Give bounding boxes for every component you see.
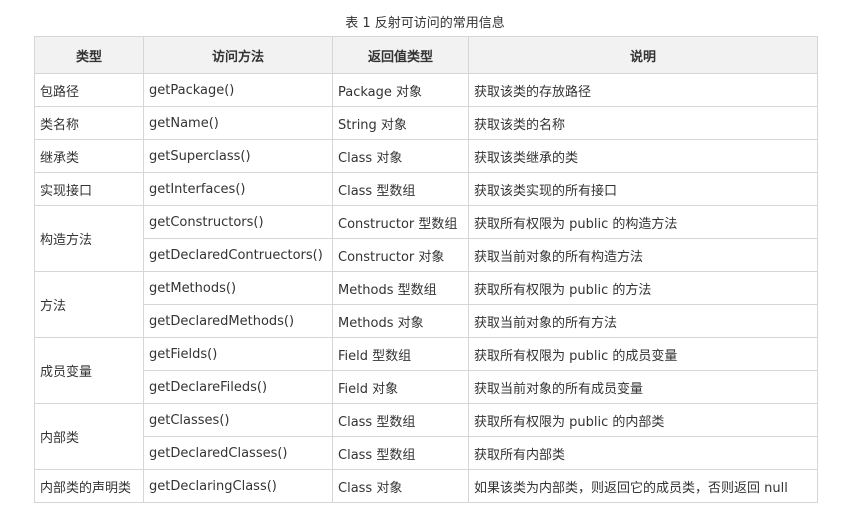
cell-type: 方法: [34, 271, 144, 338]
cell-method: getDeclaredClasses(): [143, 436, 333, 470]
cell-method: getDeclareFileds(): [143, 370, 333, 404]
table-row: 实现接口 getInterfaces() Class 型数组 获取该类实现的所有…: [34, 172, 818, 206]
table-caption: 表 1 反射可访问的常用信息: [345, 16, 505, 31]
cell-description: 获取该类继承的类: [468, 139, 818, 173]
cell-method: getDeclaredContruectors(): [143, 238, 333, 272]
cell-method: getInterfaces(): [143, 172, 333, 206]
cell-return-type: Class 型数组: [332, 436, 469, 470]
cell-method: getName(): [143, 106, 333, 140]
cell-description: 获取当前对象的所有方法: [468, 304, 818, 338]
cell-method: getFields(): [143, 337, 333, 371]
cell-method: getPackage(): [143, 73, 333, 107]
table-row: getDeclareFileds() Field 对象 获取当前对象的所有成员变…: [35, 370, 818, 404]
cell-description: 获取所有内部类: [468, 436, 818, 470]
table-row: 内部类 getClasses() Class 型数组 获取所有权限为 publi…: [34, 403, 818, 470]
table-row: 内部类的声明类 getDeclaringClass() Class 对象 如果该…: [34, 469, 818, 503]
cell-method: getMethods(): [143, 271, 333, 305]
cell-description: 获取所有权限为 public 的成员变量: [468, 337, 818, 371]
table-row: getDeclaredContruectors() Constructor 对象…: [35, 238, 818, 272]
cell-description: 获取该类实现的所有接口: [468, 172, 818, 206]
table-row: 构造方法 getConstructors() Constructor 型数组 获…: [34, 205, 818, 272]
table-row: 类名称 getName() String 对象 获取该类的名称: [34, 106, 818, 140]
cell-type: 内部类: [34, 403, 144, 470]
table-row: 包路径 getPackage() Package 对象 获取该类的存放路径: [34, 73, 818, 107]
table-row: 方法 getMethods() Methods 型数组 获取所有权限为 publ…: [34, 271, 818, 338]
cell-description: 获取所有权限为 public 的方法: [468, 271, 818, 305]
cell-type: 内部类的声明类: [34, 469, 144, 503]
cell-description: 获取所有权限为 public 的构造方法: [468, 205, 818, 239]
header-type: 类型: [34, 36, 144, 74]
table-row: getDeclaredClasses() Class 型数组 获取所有内部类: [35, 436, 818, 470]
cell-method: getClasses(): [143, 403, 333, 437]
cell-method: getDeclaringClass(): [143, 469, 333, 503]
cell-return-type: Methods 型数组: [332, 271, 469, 305]
header-return-type: 返回值类型: [332, 36, 469, 74]
cell-return-type: Class 对象: [332, 139, 469, 173]
cell-method: getSuperclass(): [143, 139, 333, 173]
cell-return-type: Class 对象: [332, 469, 469, 503]
cell-description: 获取当前对象的所有成员变量: [468, 370, 818, 404]
cell-type: 继承类: [34, 139, 144, 173]
cell-return-type: Methods 对象: [332, 304, 469, 338]
table-header-row: 类型 访问方法 返回值类型 说明: [34, 36, 818, 74]
cell-type: 成员变量: [34, 337, 144, 404]
cell-return-type: Field 对象: [332, 370, 469, 404]
cell-type: 实现接口: [34, 172, 144, 206]
cell-description: 获取该类的名称: [468, 106, 818, 140]
cell-type: 类名称: [34, 106, 144, 140]
cell-return-type: Constructor 对象: [332, 238, 469, 272]
cell-return-type: Package 对象: [332, 73, 469, 107]
cell-type: 包路径: [34, 73, 144, 107]
table-row: 成员变量 getFields() Field 型数组 获取所有权限为 publi…: [34, 337, 818, 404]
cell-description: 如果该类为内部类，则返回它的成员类，否则返回 null: [468, 469, 818, 503]
cell-description: 获取该类的存放路径: [468, 73, 818, 107]
cell-method: getDeclaredMethods(): [143, 304, 333, 338]
cell-description: 获取所有权限为 public 的内部类: [468, 403, 818, 437]
table-row: getDeclaredMethods() Methods 对象 获取当前对象的所…: [35, 304, 818, 338]
cell-return-type: Constructor 型数组: [332, 205, 469, 239]
header-description: 说明: [468, 36, 818, 74]
cell-description: 获取当前对象的所有构造方法: [468, 238, 818, 272]
cell-return-type: String 对象: [332, 106, 469, 140]
cell-method: getConstructors(): [143, 205, 333, 239]
reflection-info-table: 类型 访问方法 返回值类型 说明 包路径 getPackage() Packag…: [34, 36, 818, 503]
header-method: 访问方法: [143, 36, 333, 74]
cell-return-type: Class 型数组: [332, 403, 469, 437]
table-row: 继承类 getSuperclass() Class 对象 获取该类继承的类: [34, 139, 818, 173]
cell-return-type: Class 型数组: [332, 172, 469, 206]
cell-type: 构造方法: [34, 205, 144, 272]
cell-return-type: Field 型数组: [332, 337, 469, 371]
